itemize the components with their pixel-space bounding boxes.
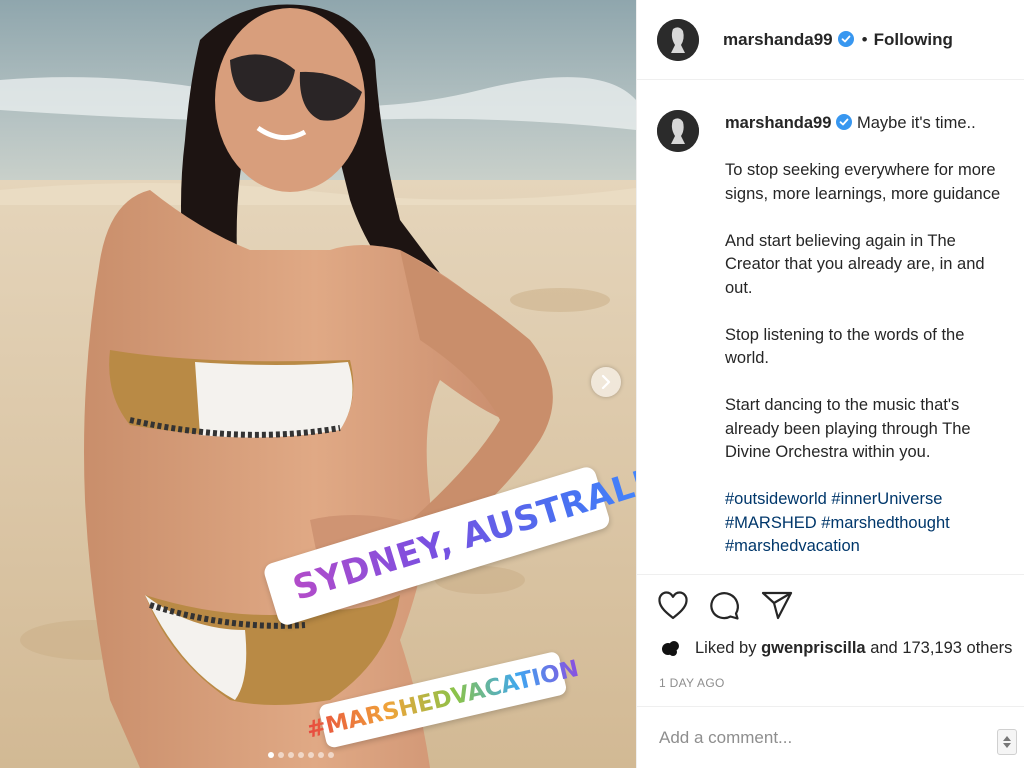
share-button[interactable] <box>761 590 793 620</box>
caption-line: Maybe it's time.. <box>856 114 976 132</box>
caption-line: world. <box>725 349 770 367</box>
caption-line: signs, more learnings, more guidance <box>725 184 1001 203</box>
next-photo-button[interactable] <box>591 367 621 397</box>
hashtag-link[interactable]: #innerUniverse <box>831 490 942 508</box>
caption-text: marshanda99 Maybe it's time.. To stop se… <box>725 112 1024 574</box>
caption-section: marshanda99 Maybe it's time.. To stop se… <box>637 80 1024 574</box>
chevron-up-icon <box>1003 736 1011 741</box>
caption-line: And start believing again in The <box>725 231 956 250</box>
caption-line: Creator that you already are, in and <box>725 255 985 273</box>
chevron-right-icon <box>601 375 611 389</box>
avatar[interactable] <box>659 636 683 660</box>
hashtag-link[interactable]: #marshedthought <box>821 514 949 532</box>
paper-plane-icon <box>761 591 793 619</box>
likes-count[interactable]: and 173,193 others <box>870 639 1012 658</box>
verified-badge-icon <box>836 114 853 130</box>
post-details-panel: marshanda99 • Following marshanda99 Mayb… <box>636 0 1024 768</box>
like-button[interactable] <box>657 590 689 620</box>
comment-input[interactable] <box>659 727 979 748</box>
comment-button[interactable] <box>709 589 741 621</box>
caption-line: To stop seeking everywhere for more <box>725 161 996 179</box>
chevron-down-icon <box>1003 743 1011 748</box>
liker-profile-picture <box>662 641 679 656</box>
verified-badge-icon <box>837 30 854 47</box>
likes-prefix: Liked by <box>695 638 757 657</box>
profile-picture <box>657 18 699 61</box>
beach-photo <box>0 0 636 768</box>
caption-line: Start dancing to the music that's <box>725 396 960 414</box>
carousel-dot <box>318 752 324 758</box>
likes-summary: Liked by gwenpriscilla and 173,193 other… <box>659 636 1012 660</box>
post-header: marshanda99 • Following <box>637 0 1024 80</box>
post-timestamp[interactable]: 1 DAY AGO <box>659 676 725 690</box>
avatar[interactable] <box>657 110 699 152</box>
following-button[interactable]: Following <box>874 30 953 50</box>
hashtag-link[interactable]: #MARSHED <box>725 514 817 532</box>
textarea-resize-control[interactable] <box>997 729 1017 755</box>
comment-icon <box>710 591 739 620</box>
carousel-dot <box>278 752 284 758</box>
post-photo[interactable]: SYDNEY, AUSTRALIA #MARSHEDVACATION <box>0 0 636 768</box>
liker-username[interactable]: gwenpriscilla <box>761 639 866 658</box>
caption-line: out. <box>725 278 753 297</box>
heart-icon <box>658 590 688 619</box>
carousel-indicator <box>268 752 334 758</box>
header-username[interactable]: marshanda99 <box>723 30 854 50</box>
caption-line: Divine Orchestra within you. <box>725 443 931 461</box>
profile-picture <box>657 110 699 152</box>
location-pin-icon <box>284 579 289 602</box>
action-bar <box>637 574 1024 634</box>
caption-line: Stop listening to the words of the <box>725 325 965 344</box>
caption-line: already been playing through The <box>725 419 971 438</box>
caption-username[interactable]: marshanda99 <box>725 114 831 132</box>
header-separator: • <box>861 29 868 49</box>
hashtag-link[interactable]: #outsideworld <box>725 490 827 508</box>
hashtag-link[interactable]: #marshedvacation <box>725 537 860 555</box>
comment-composer <box>637 706 1024 768</box>
carousel-dot <box>268 752 274 758</box>
carousel-dot <box>288 752 294 758</box>
carousel-dot <box>308 752 314 758</box>
carousel-dot <box>328 752 334 758</box>
avatar[interactable] <box>657 18 699 61</box>
header-username-text[interactable]: marshanda99 <box>723 30 833 49</box>
carousel-dot <box>298 752 304 758</box>
